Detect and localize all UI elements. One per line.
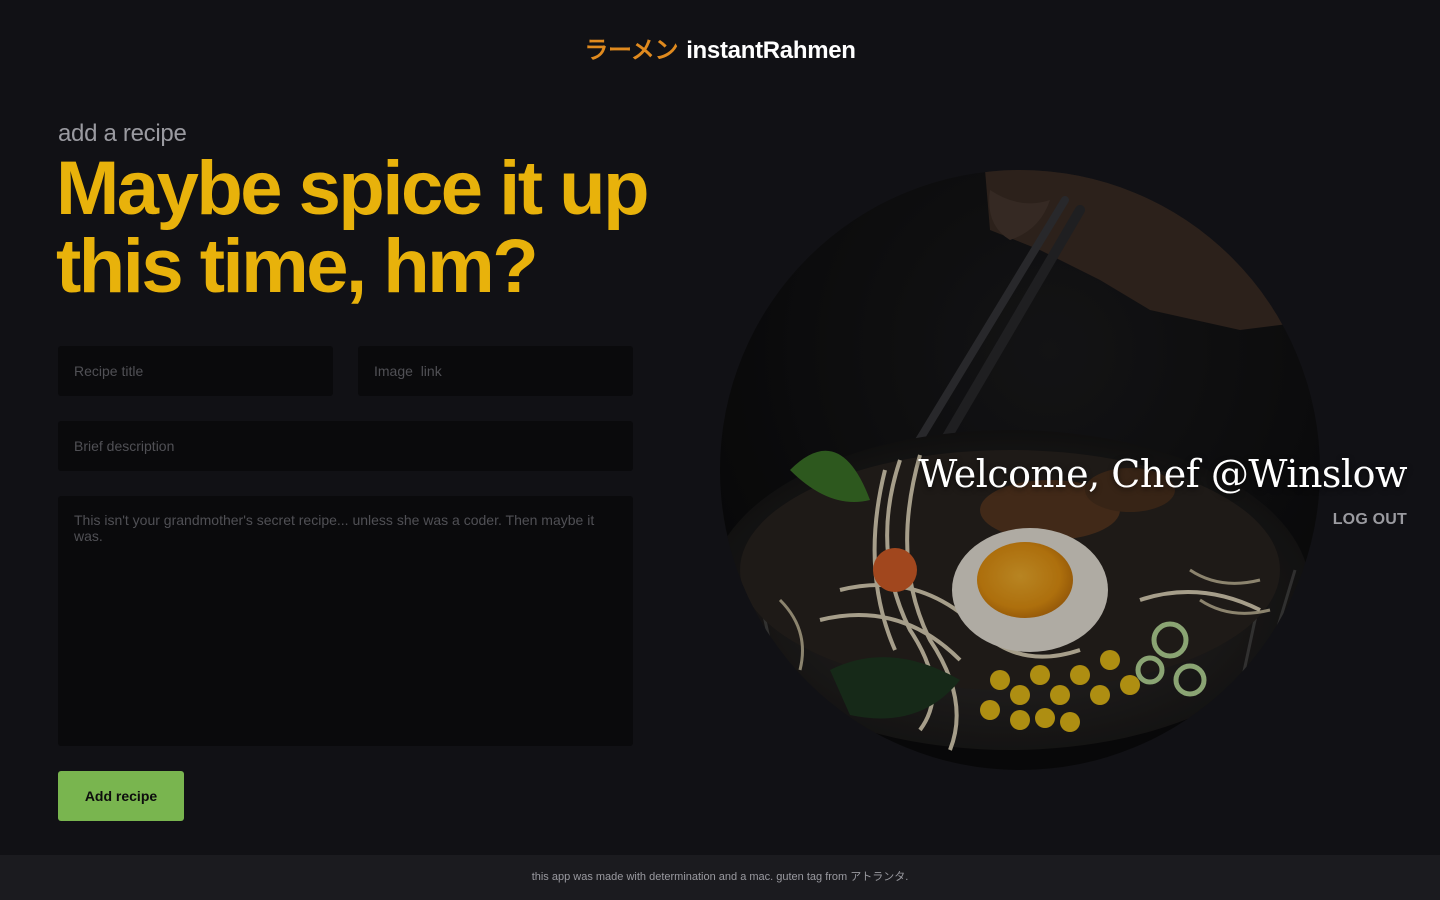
logo-app-name: instantRahmen [686,37,856,64]
logo-japanese-text: ラーメン [584,37,679,64]
page-headline: Maybe spice it up this time, hm? [56,150,736,306]
recipe-title-input[interactable] [58,346,333,396]
recipe-body-textarea[interactable] [58,496,633,746]
logout-link[interactable]: LOG OUT [1333,511,1407,529]
brief-description-input[interactable] [58,421,633,471]
app-logo[interactable]: ラーメン instantRahmen [0,30,1440,65]
footer-text: this app was made with determination and… [531,871,909,883]
add-recipe-button[interactable]: Add recipe [58,771,184,821]
add-recipe-page: ラーメン instantRahmen add a recipe Maybe spi… [0,0,1440,900]
footer: this app was made with determination and… [0,855,1440,900]
headline-line-1: Maybe spice it up [56,146,650,231]
image-link-input[interactable] [358,346,633,396]
section-kicker: add a recipe [58,120,187,147]
headline-line-2: this time, hm? [56,224,539,309]
welcome-message: Welcome, Chef @Winslow [918,452,1407,496]
